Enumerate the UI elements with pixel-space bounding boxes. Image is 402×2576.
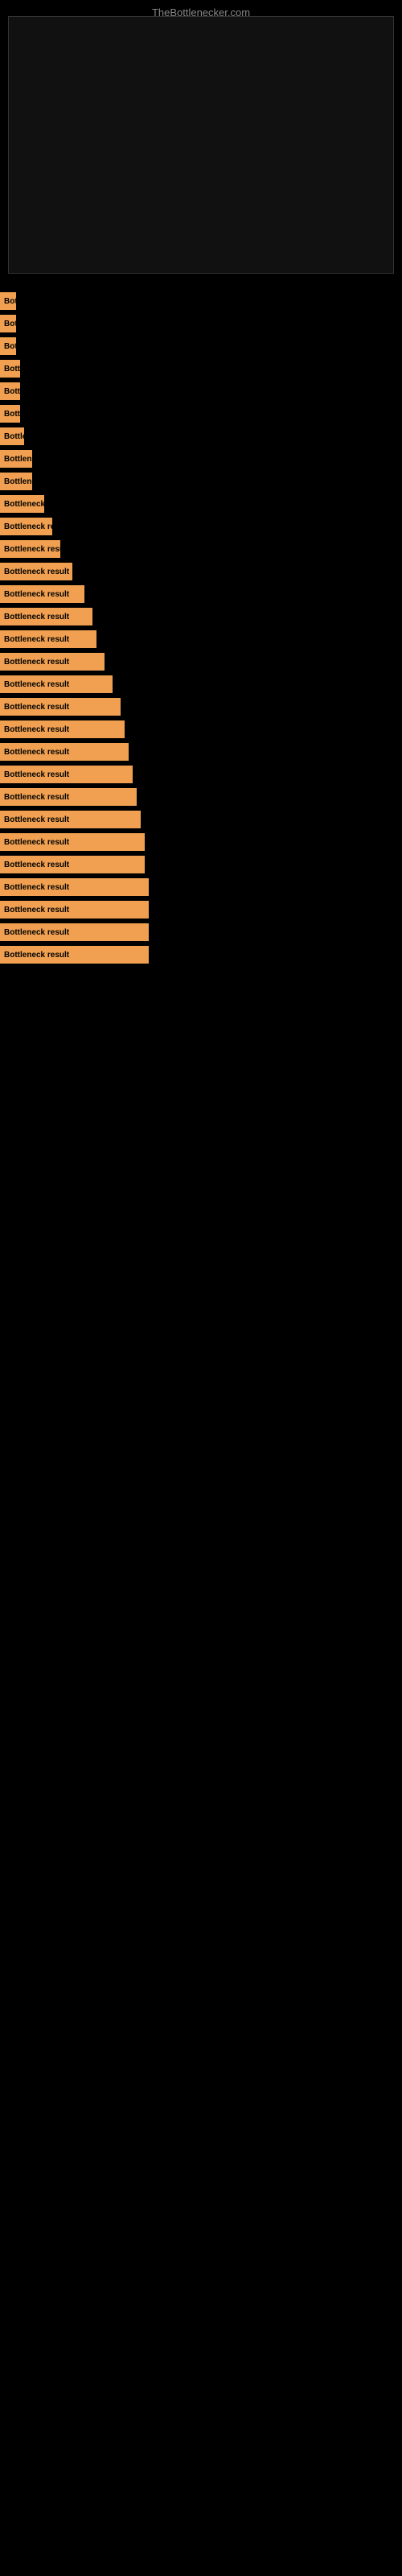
result-row: Bottleneck result — [0, 312, 402, 335]
result-row: Bottleneck result — [0, 538, 402, 560]
result-row: Bottleneck result — [0, 741, 402, 763]
bottleneck-result-bar[interactable]: Bottleneck result — [0, 630, 96, 648]
result-row: Bottleneck result — [0, 808, 402, 831]
bottleneck-result-bar[interactable]: Bottleneck result — [0, 811, 141, 828]
bottleneck-result-bar[interactable]: Bottleneck result — [0, 337, 16, 355]
bottleneck-result-bar[interactable]: Bottleneck result — [0, 518, 52, 535]
result-row: Bottleneck result — [0, 876, 402, 898]
bottleneck-result-bar[interactable]: Bottleneck result — [0, 946, 149, 964]
bottleneck-result-bar[interactable]: Bottleneck result — [0, 833, 145, 851]
bottleneck-result-bar[interactable]: Bottleneck result — [0, 495, 44, 513]
bottleneck-result-bar[interactable]: Bottleneck result — [0, 720, 125, 738]
bottleneck-result-bar[interactable]: Bottleneck result — [0, 923, 149, 941]
result-row: Bottleneck result — [0, 898, 402, 921]
bottleneck-result-bar[interactable]: Bottleneck result — [0, 473, 32, 490]
bottleneck-result-bar[interactable]: Bottleneck result — [0, 563, 72, 580]
result-row: Bottleneck result — [0, 650, 402, 673]
bottleneck-result-bar[interactable]: Bottleneck result — [0, 766, 133, 783]
bottleneck-result-bar[interactable]: Bottleneck result — [0, 450, 32, 468]
result-row: Bottleneck result — [0, 425, 402, 448]
result-row: Bottleneck result — [0, 470, 402, 493]
chart-area — [8, 16, 394, 274]
result-row: Bottleneck result — [0, 628, 402, 650]
result-row: Bottleneck result — [0, 718, 402, 741]
result-row: Bottleneck result — [0, 357, 402, 380]
bottleneck-result-bar[interactable]: Bottleneck result — [0, 856, 145, 873]
result-row: Bottleneck result — [0, 673, 402, 696]
bottleneck-result-bar[interactable]: Bottleneck result — [0, 698, 121, 716]
results-container: Bottleneck result Bottleneck result Bottle… — [0, 290, 402, 966]
bottleneck-result-bar[interactable]: Bottleneck result — [0, 675, 113, 693]
result-row: Bottleneck result — [0, 831, 402, 853]
result-row: Bottleneck result — [0, 583, 402, 605]
bottleneck-result-bar[interactable]: Bottleneck result — [0, 540, 60, 558]
bottleneck-result-bar[interactable]: Bottleneck result — [0, 360, 20, 378]
result-row: Bottleneck result — [0, 448, 402, 470]
result-row: Bottleneck result — [0, 696, 402, 718]
result-row: Bottleneck result — [0, 493, 402, 515]
result-row: Bottleneck result — [0, 943, 402, 966]
result-row: Bottleneck result — [0, 786, 402, 808]
result-row: Bottleneck result — [0, 853, 402, 876]
result-row: Bottleneck result — [0, 763, 402, 786]
bottleneck-result-bar[interactable]: Bottleneck result — [0, 382, 20, 400]
bottleneck-result-bar[interactable]: Bottleneck result — [0, 405, 20, 423]
bottleneck-result-bar[interactable]: Bottleneck result — [0, 585, 84, 603]
bottleneck-result-bar[interactable]: Bottleneck result — [0, 608, 92, 625]
result-row: Bottleneck result — [0, 335, 402, 357]
bottleneck-result-bar[interactable]: Bottleneck result — [0, 788, 137, 806]
result-row: Bottleneck result — [0, 380, 402, 402]
chart-inner — [8, 16, 394, 274]
result-row: Bottleneck result — [0, 605, 402, 628]
bottleneck-result-bar[interactable]: Bottleneck result — [0, 653, 105, 671]
bottleneck-result-bar[interactable]: Bottleneck result — [0, 427, 24, 445]
result-row: Bottleneck result — [0, 402, 402, 425]
bottleneck-result-bar[interactable]: Bottleneck result — [0, 315, 16, 332]
bottleneck-result-bar[interactable]: Bottleneck result — [0, 878, 149, 896]
result-row: Bottleneck result — [0, 290, 402, 312]
bottleneck-result-bar[interactable]: Bottleneck result — [0, 901, 149, 919]
bottleneck-result-bar[interactable]: Bottleneck result — [0, 743, 129, 761]
result-row: Bottleneck result — [0, 515, 402, 538]
bottleneck-result-bar[interactable]: Bottleneck result — [0, 292, 16, 310]
result-row: Bottleneck result — [0, 921, 402, 943]
result-row: Bottleneck result — [0, 560, 402, 583]
